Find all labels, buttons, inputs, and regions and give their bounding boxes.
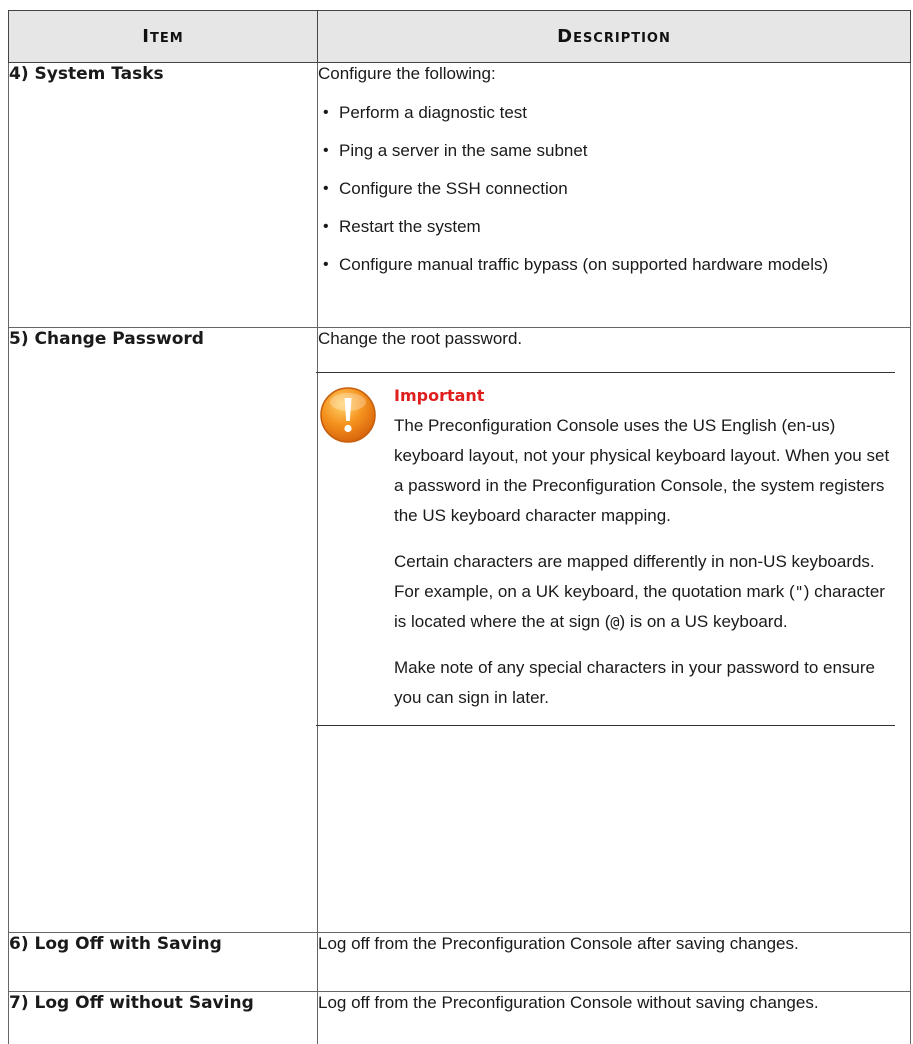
- warning-icon: [320, 387, 376, 443]
- item-system-tasks: 4) System Tasks: [8, 62, 318, 328]
- note-paragraph: The Preconfiguration Console uses the US…: [394, 416, 890, 525]
- description-cell: Change the root password. Important The …: [316, 327, 911, 933]
- list-item: Perform a diagnostic test: [322, 102, 910, 123]
- item-log-off-without-saving: 7) Log Off without Saving: [8, 991, 318, 1044]
- note-paragraph: Make note of any special characters in y…: [394, 658, 875, 707]
- table-header-row: Item Description: [8, 10, 911, 63]
- description-intro: Change the root password.: [318, 329, 523, 348]
- description-intro: Configure the following:: [318, 64, 496, 83]
- note-title: Important: [394, 386, 485, 405]
- item-change-password: 5) Change Password: [8, 327, 318, 933]
- task-list: Perform a diagnostic test Ping a server …: [318, 102, 910, 275]
- header-description: Description: [317, 10, 911, 63]
- table-row: 6) Log Off with Saving Log off from the …: [8, 932, 911, 992]
- item-log-off-saving: 6) Log Off with Saving: [8, 932, 318, 992]
- description-cell: Log off from the Preconfiguration Consol…: [317, 932, 911, 992]
- important-note: Important The Preconfiguration Console u…: [316, 372, 895, 726]
- table-row: 7) Log Off without Saving Log off from t…: [8, 991, 911, 1044]
- table-row: 5) Change Password Change the root passw…: [8, 327, 911, 933]
- list-item: Restart the system: [322, 216, 910, 237]
- list-item: Ping a server in the same subnet: [322, 140, 910, 161]
- note-paragraph: Certain characters are mapped differentl…: [394, 552, 885, 631]
- table-row: 4) System Tasks Configure the following:…: [8, 62, 911, 328]
- list-item: Configure the SSH connection: [322, 178, 910, 199]
- menu-items-table: Item Description 4) System Tasks Configu…: [8, 10, 911, 1044]
- description-cell: Configure the following: Perform a diagn…: [317, 62, 911, 328]
- header-item: Item: [8, 10, 318, 63]
- description-cell: Log off from the Preconfiguration Consol…: [317, 991, 911, 1044]
- list-item: Configure manual traffic bypass (on supp…: [322, 254, 910, 275]
